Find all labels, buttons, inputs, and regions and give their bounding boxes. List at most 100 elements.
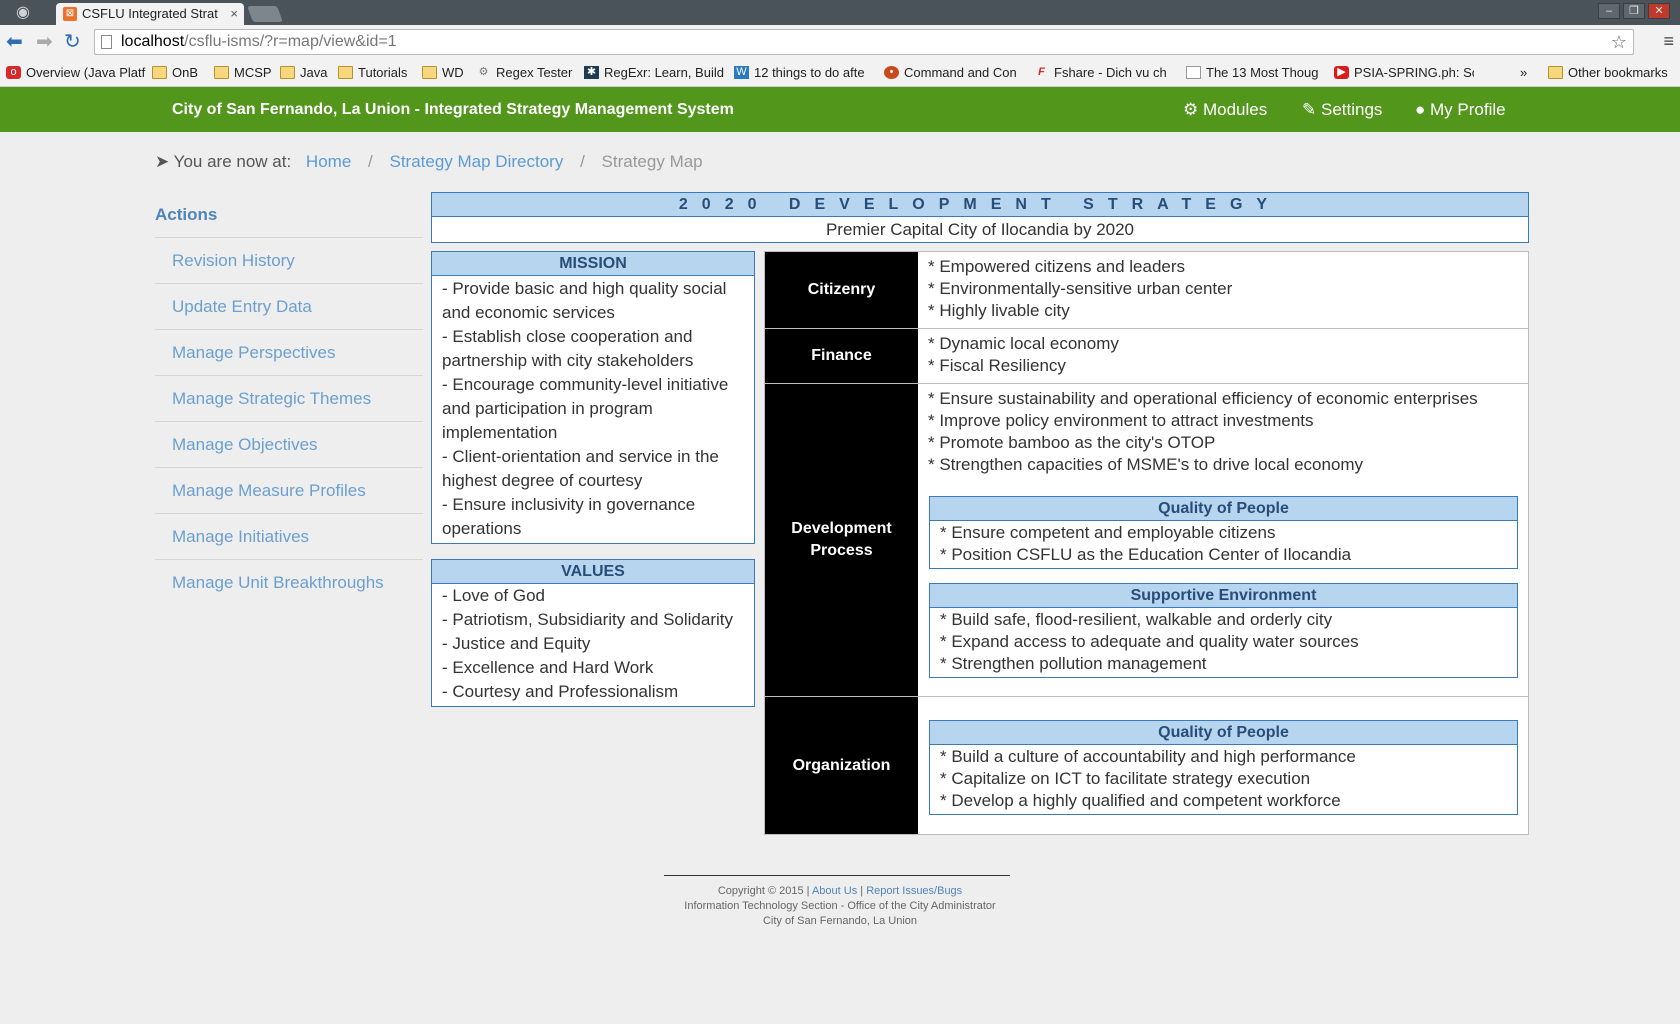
bookmark-folder[interactable]: Java — [280, 65, 330, 81]
bookmark-folder[interactable]: Tutorials — [338, 65, 416, 81]
objective-item[interactable]: * Fiscal Resiliency — [928, 355, 1518, 377]
sidebar-item-manage-unit-breakthroughs[interactable]: Manage Unit Breakthroughs — [155, 560, 423, 606]
strategy-vision: Premier Capital City of Ilocandia by 202… — [825, 220, 1135, 239]
nav-my-profile[interactable]: ● My Profile — [1415, 87, 1506, 132]
footer-office: Information Technology Section - Office … — [684, 900, 996, 912]
breadcrumb: ➤ You are now at: Home / Strategy Map Di… — [155, 151, 703, 173]
bookmark-item[interactable]: The 13 Most Thoug — [1186, 65, 1324, 81]
perspective-row-development-process: Development Process * Ensure sustainabil… — [765, 384, 1528, 697]
bookmark-item[interactable]: ✱ RegExr: Learn, Build — [584, 65, 724, 81]
bookmark-folder[interactable]: OnB — [152, 65, 200, 81]
mission-line: operations — [442, 519, 522, 538]
objective-item[interactable]: * Strengthen pollution management — [930, 653, 1517, 675]
mission-line: - Establish close cooperation and — [442, 327, 693, 346]
app-navbar: City of San Fernando, La Union - Integra… — [0, 87, 1680, 132]
theme-box-quality-of-people: Quality of People * Ensure competent and… — [929, 496, 1518, 569]
objective-item[interactable]: * Position CSFLU as the Education Center… — [930, 544, 1517, 566]
url-path: /csflu-isms/?r=map/view&id=1 — [184, 33, 397, 50]
objective-item[interactable]: * Ensure sustainability and operational … — [928, 388, 1518, 410]
objective-item[interactable]: * Environmentally-sensitive urban center — [928, 278, 1518, 300]
sidebar-item-manage-measure-profiles[interactable]: Manage Measure Profiles — [155, 468, 423, 514]
objective-item[interactable]: * Empowered citizens and leaders — [928, 256, 1518, 278]
breadcrumb-home[interactable]: Home — [306, 152, 351, 171]
objective-item[interactable]: * Highly livable city — [928, 300, 1518, 322]
other-bookmarks-folder[interactable]: Other bookmarks — [1548, 65, 1678, 81]
more-bookmarks-button[interactable]: » — [1520, 65, 1540, 81]
mission-line: partnership with city stakeholders — [442, 351, 694, 370]
footer-report-link[interactable]: Report Issues/Bugs — [866, 885, 962, 897]
values-line: - Love of God — [442, 586, 546, 605]
objective-item[interactable]: * Ensure competent and employable citize… — [930, 522, 1517, 544]
breadcrumb-strategy-map-directory[interactable]: Strategy Map Directory — [389, 152, 563, 171]
browser-tab[interactable]: ⊠ CSFLU Integrated Strat × — [56, 3, 244, 25]
theme-heading[interactable]: Quality of People — [930, 721, 1517, 745]
app-brand[interactable]: City of San Fernando, La Union - Integra… — [172, 87, 734, 132]
address-bar[interactable]: localhost/csflu-isms/?r=map/view&id=1 ☆ — [94, 29, 1634, 55]
folder-icon — [152, 66, 167, 79]
tab-title: CSFLU Integrated Strat — [82, 6, 218, 21]
values-box: VALUES - Love of God - Patriotism, Subsi… — [431, 559, 755, 707]
perspective-row-finance: Finance * Dynamic local economy * Fiscal… — [765, 329, 1528, 384]
browser-menu-icon[interactable]: ≡ — [1663, 31, 1674, 52]
values-line: - Patriotism, Subsidiarity and Solidarit… — [442, 610, 734, 629]
bookmark-item[interactable]: ▶ PSIA-SPRING.ph: Sc — [1334, 65, 1474, 81]
nav-modules[interactable]: ⚙ Modules — [1183, 87, 1267, 132]
breadcrumb-current: Strategy Map — [601, 152, 703, 171]
objective-item[interactable]: * Strengthen capacities of MSME's to dri… — [928, 454, 1518, 476]
sidebar-item-manage-perspectives[interactable]: Manage Perspectives — [155, 330, 423, 376]
bookmark-star-icon[interactable]: ☆ — [1611, 30, 1627, 54]
theme-box-supportive-environment: Supportive Environment * Build safe, flo… — [929, 583, 1518, 678]
mission-line: - Client-orientation and service in the — [442, 447, 719, 466]
page-icon — [101, 35, 112, 49]
fshare-icon: F — [1038, 66, 1045, 78]
mission-line: - Ensure inclusivity in governance — [442, 495, 696, 514]
objective-item[interactable]: * Improve policy environment to attract … — [928, 410, 1518, 432]
bookmark-folder[interactable]: MCSP — [214, 65, 272, 81]
close-tab-icon[interactable]: × — [230, 3, 238, 25]
objective-item[interactable]: * Promote bamboo as the city's OTOP — [928, 432, 1518, 454]
restore-window-button[interactable]: ❐ — [1623, 3, 1645, 19]
objective-item[interactable]: * Dynamic local economy — [928, 333, 1518, 355]
sidebar-item-manage-objectives[interactable]: Manage Objectives — [155, 422, 423, 468]
user-icon: ● — [1415, 100, 1426, 119]
mission-line: - Provide basic and high quality social — [442, 279, 727, 298]
theme-box-quality-of-people: Quality of People * Build a culture of a… — [929, 720, 1518, 815]
objective-item[interactable]: * Build a culture of accountability and … — [930, 746, 1517, 768]
mission-heading: MISSION — [432, 252, 754, 276]
reload-icon[interactable]: ↻ — [64, 32, 81, 52]
wrench-icon: ✎ — [1302, 100, 1317, 119]
close-window-button[interactable]: ✕ — [1648, 3, 1670, 19]
folder-icon — [1548, 66, 1563, 79]
ubuntu-icon: • — [884, 66, 899, 79]
url-host: localhost — [121, 33, 185, 50]
location-arrow-icon: ➤ — [155, 152, 170, 171]
sidebar-item-update-entry-data[interactable]: Update Entry Data — [155, 284, 423, 330]
sidebar-item-manage-initiatives[interactable]: Manage Initiatives — [155, 514, 423, 560]
back-icon[interactable]: ⬅ — [6, 32, 23, 52]
theme-heading[interactable]: Supportive Environment — [930, 584, 1517, 608]
bookmark-item[interactable]: W 12 things to do afte — [734, 65, 874, 81]
new-tab-button[interactable] — [247, 6, 283, 22]
bookmark-item[interactable]: F Fshare - Dich vu ch — [1034, 65, 1182, 81]
forward-icon[interactable]: ➡ — [36, 32, 53, 52]
objective-item[interactable]: * Build safe, flood-resilient, walkable … — [930, 609, 1517, 631]
nav-settings[interactable]: ✎ Settings — [1302, 87, 1382, 132]
bookmark-item[interactable]: • Command and Con — [884, 65, 1024, 81]
objective-item[interactable]: * Capitalize on ICT to facilitate strate… — [930, 768, 1517, 790]
sidebar-item-manage-strategic-themes[interactable]: Manage Strategic Themes — [155, 376, 423, 422]
gear-icon: ⚙ — [478, 66, 489, 78]
mission-line: and economic services — [442, 303, 615, 322]
wordpress-icon: W — [734, 66, 749, 79]
objective-item[interactable]: * Develop a highly qualified and compete… — [930, 790, 1517, 812]
footer-divider — [664, 875, 1010, 876]
theme-heading[interactable]: Quality of People — [930, 497, 1517, 521]
mission-box: MISSION - Provide basic and high quality… — [431, 251, 755, 544]
bookmark-item[interactable]: o Overview (Java Platf — [6, 65, 146, 81]
site-favicon-icon: ⊠ — [63, 7, 77, 21]
sidebar-item-revision-history[interactable]: Revision History — [155, 238, 423, 284]
bookmark-item[interactable]: ⚙ Regex Tester — [476, 65, 576, 81]
footer-about-link[interactable]: About Us — [812, 885, 857, 897]
minimize-window-button[interactable]: – — [1598, 3, 1620, 19]
objective-item[interactable]: * Expand access to adequate and quality … — [930, 631, 1517, 653]
bookmark-folder[interactable]: WD — [422, 65, 466, 81]
